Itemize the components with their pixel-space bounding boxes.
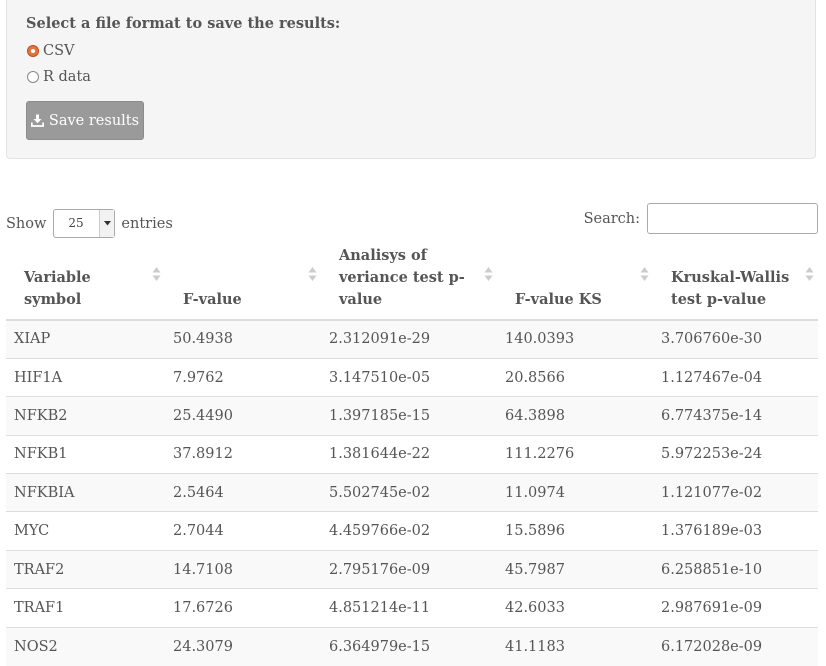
table-cell: 5.502745e-02 xyxy=(321,473,497,512)
table-row: HIF1A 7.9762 3.147510e-05 20.8566 1.127467e-… xyxy=(6,357,818,397)
search-label: Search: xyxy=(583,210,640,227)
page-length-select[interactable]: 25 xyxy=(53,209,116,238)
table-cell: 3.706760e-30 xyxy=(653,320,818,359)
sort-icon[interactable] xyxy=(805,266,814,282)
table-cell: 6.774375e-14 xyxy=(653,396,818,436)
table-row: XIAP 50.4938 2.312091e-29 140.0393 3.706760e… xyxy=(6,320,818,359)
table-cell: NFKBIA xyxy=(6,473,165,512)
search-input[interactable] xyxy=(647,203,818,234)
sort-icon[interactable] xyxy=(308,266,317,282)
table-cell: 37.8912 xyxy=(165,434,321,474)
table-cell: 1.397185e-15 xyxy=(321,396,497,436)
table-cell: 5.972253e-24 xyxy=(653,434,818,474)
table-cell: 20.8566 xyxy=(497,357,653,397)
table-body: XIAP 50.4938 2.312091e-29 140.0393 3.706760e… xyxy=(6,320,818,666)
table-cell: 1.381644e-22 xyxy=(321,434,497,474)
save-results-panel: Select a file format to save the results… xyxy=(6,0,816,159)
entries-label: entries xyxy=(121,215,173,232)
column-header-f-value[interactable]: F-value xyxy=(165,245,321,321)
column-header-f-value-ks[interactable]: F-value KS xyxy=(497,245,653,321)
radio-label-csv[interactable]: CSV xyxy=(43,43,75,59)
save-format-title: Select a file format to save the results… xyxy=(26,15,341,32)
table-search: Search: xyxy=(584,203,818,234)
column-header-anova-p-value[interactable]: Analisys of veriance test p-value xyxy=(321,245,497,321)
results-table: Variable symbol F-value Analisys of verian… xyxy=(6,245,818,666)
table-controls: Show 25 entries Search: xyxy=(6,203,818,238)
table-cell: XIAP xyxy=(6,320,165,359)
table-cell: 64.3898 xyxy=(497,396,653,436)
table-cell: TRAF2 xyxy=(6,549,165,589)
table-cell: 6.364979e-15 xyxy=(321,626,497,666)
table-cell: 6.258851e-10 xyxy=(653,549,818,589)
table-cell: 25.4490 xyxy=(165,396,321,436)
save-results-label: Save results xyxy=(48,112,140,129)
table-cell: NFKB1 xyxy=(6,434,165,474)
table-cell: NFKB2 xyxy=(6,396,165,436)
table-row: NFKB2 25.4490 1.397185e-15 64.3898 6.774375e… xyxy=(6,396,818,436)
radio-label-rdata[interactable]: R data xyxy=(43,69,91,85)
column-header-label: F-value xyxy=(183,291,242,308)
table-row: TRAF2 14.7108 2.795176e-09 45.7987 6.258851e… xyxy=(6,549,818,589)
show-label: Show xyxy=(6,215,47,232)
table-cell: 2.5464 xyxy=(165,473,321,512)
table-cell: 2.987691e-09 xyxy=(653,588,818,628)
table-cell: 11.0974 xyxy=(497,473,653,512)
table-row: TRAF1 17.6726 4.851214e-11 42.6033 2.987691e… xyxy=(6,588,818,628)
table-cell: 41.1183 xyxy=(497,626,653,666)
chevron-down-icon xyxy=(99,210,115,237)
table-cell: 6.172028e-09 xyxy=(653,626,818,666)
table-cell: HIF1A xyxy=(6,357,165,397)
table-row: NFKB1 37.8912 1.381644e-22 111.2276 5.972253… xyxy=(6,434,818,474)
page-length-value: 25 xyxy=(68,216,84,230)
table-row: MYC 2.7044 4.459766e-02 15.5896 1.376189e-03 xyxy=(6,511,818,551)
table-cell: 2.312091e-29 xyxy=(321,320,497,359)
table-cell: 4.851214e-11 xyxy=(321,588,497,628)
table-cell: 14.7108 xyxy=(165,549,321,589)
table-cell: 17.6726 xyxy=(165,588,321,628)
column-header-label: Kruskal-Wallis test p-value xyxy=(671,269,790,308)
table-cell: NOS2 xyxy=(6,626,165,666)
table-cell: 140.0393 xyxy=(497,320,653,359)
table-cell: 4.459766e-02 xyxy=(321,511,497,551)
column-header-label: Analisys of veriance test p-value xyxy=(339,247,465,308)
table-cell: 1.121077e-02 xyxy=(653,473,818,512)
table-header: Variable symbol F-value Analisys of verian… xyxy=(6,245,818,321)
table-row: NFKBIA 2.5464 5.502745e-02 11.0974 1.121077e… xyxy=(6,473,818,512)
table-cell: 2.795176e-09 xyxy=(321,549,497,589)
table-row: NOS2 24.3079 6.364979e-15 41.1183 6.172028e-… xyxy=(6,626,818,666)
table-cell: 50.4938 xyxy=(165,320,321,359)
table-cell: 3.147510e-05 xyxy=(321,357,497,397)
column-header-label: F-value KS xyxy=(515,291,602,308)
table-cell: MYC xyxy=(6,511,165,551)
column-header-kruskal-wallis-p-value[interactable]: Kruskal-Wallis test p-value xyxy=(653,245,818,321)
column-header-variable-symbol[interactable]: Variable symbol xyxy=(6,245,165,321)
table-cell: 15.5896 xyxy=(497,511,653,551)
table-cell: 1.376189e-03 xyxy=(653,511,818,551)
sort-icon[interactable] xyxy=(484,266,493,282)
radio-option-csv[interactable]: CSV xyxy=(27,41,75,61)
table-cell: 45.7987 xyxy=(497,549,653,589)
radio-option-rdata[interactable]: R data xyxy=(27,67,91,87)
table-cell: 7.9762 xyxy=(165,357,321,397)
table-cell: 24.3079 xyxy=(165,626,321,666)
table-cell: 42.6033 xyxy=(497,588,653,628)
table-cell: TRAF1 xyxy=(6,588,165,628)
download-icon xyxy=(30,114,44,127)
sort-icon[interactable] xyxy=(640,266,649,282)
table-cell: 111.2276 xyxy=(497,434,653,474)
header-row: Variable symbol F-value Analisys of verian… xyxy=(6,245,818,321)
save-results-button[interactable]: Save results xyxy=(26,101,144,140)
radio-button-csv[interactable] xyxy=(27,45,39,57)
sort-icon[interactable] xyxy=(152,266,161,282)
column-header-label: Variable symbol xyxy=(24,269,91,308)
table-cell: 1.127467e-04 xyxy=(653,357,818,397)
table-cell: 2.7044 xyxy=(165,511,321,551)
radio-button-rdata[interactable] xyxy=(27,71,39,83)
page-length-control: Show 25 entries xyxy=(6,209,173,238)
